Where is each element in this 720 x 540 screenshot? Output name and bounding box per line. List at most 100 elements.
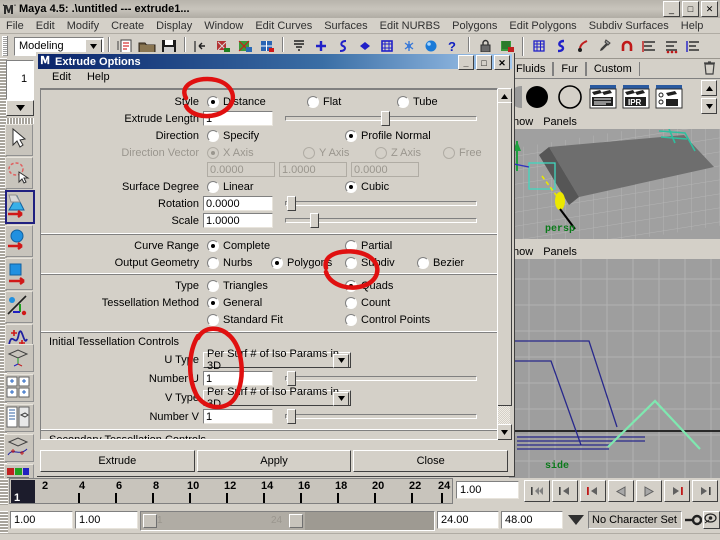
scroll-down-button[interactable] [496, 424, 512, 440]
anim-end-field[interactable]: 24.00 [437, 511, 499, 529]
radio-curve-range-complete[interactable]: Complete [207, 239, 345, 252]
restore-button[interactable]: □ [682, 1, 699, 17]
move-tool-icon[interactable] [5, 190, 35, 224]
radio-surface-degree-linear[interactable]: Linear [207, 180, 345, 193]
radio-output-subdiv[interactable]: Subdiv [345, 256, 417, 269]
menu-item-polygons[interactable]: Polygons [446, 20, 503, 32]
menu-item-create[interactable]: Create [105, 20, 150, 32]
radio-direction-specify[interactable]: Specify [207, 129, 345, 142]
minimize-button[interactable]: _ [663, 1, 680, 17]
scale-field[interactable]: 1.0000 [203, 213, 273, 228]
radio-method-control-points[interactable]: Control Points [345, 313, 430, 326]
v-type-dropdown[interactable]: Per Surf # of Iso Params in 3D [203, 386, 351, 410]
number-v-slider[interactable] [285, 409, 477, 424]
slider-thumb[interactable] [286, 196, 296, 211]
menu-item-window[interactable]: Window [198, 20, 249, 32]
render-settings-clip-icon[interactable] [654, 82, 684, 112]
range-start-field[interactable]: 1.00 [10, 511, 73, 529]
align-icon[interactable] [639, 36, 659, 56]
side-menu-panels[interactable]: Panels [538, 246, 582, 258]
chevron-down-icon[interactable] [333, 353, 349, 368]
rotate-tool-icon[interactable] [5, 225, 33, 257]
extrude-options-dialog[interactable]: Extrude Options _ □ ✕ Edit Help Style Di… [36, 52, 514, 476]
dialog-scrollbar[interactable] [496, 88, 512, 440]
shelf-tab-custom[interactable]: Custom [585, 62, 640, 76]
rotation-slider[interactable] [285, 196, 477, 211]
scale-slider[interactable] [285, 213, 477, 228]
menu-item-edit[interactable]: Edit [30, 20, 61, 32]
persp-graph-layout-icon[interactable] [4, 434, 34, 462]
step-back-key-icon[interactable] [552, 480, 578, 502]
side-viewport[interactable]: side [509, 259, 720, 478]
radio-method-general[interactable]: General [207, 296, 345, 309]
radio-method-standard-fit[interactable]: Standard Fit [207, 313, 345, 326]
radio-type-triangles[interactable]: Triangles [207, 279, 345, 292]
range-dropdown-button[interactable] [566, 512, 586, 531]
black-sphere-icon[interactable] [522, 82, 552, 112]
magnet-icon[interactable] [617, 36, 637, 56]
single-perspective-view-icon[interactable] [4, 344, 34, 372]
range-slider-left-handle[interactable] [143, 514, 157, 528]
shelf-scroll-up-button[interactable] [701, 80, 717, 96]
time-slider-grip[interactable] [0, 479, 8, 505]
persp-menu-panels[interactable]: Panels [538, 116, 582, 128]
radio-type-quads[interactable]: Quads [345, 279, 393, 292]
radio-surface-degree-cubic[interactable]: Cubic [345, 180, 389, 193]
dialog-close-button[interactable]: ✕ [494, 55, 510, 70]
extrude-button[interactable]: Extrude [40, 450, 195, 472]
dialog-menu-help[interactable]: Help [79, 71, 118, 83]
menu-item-file[interactable]: File [0, 20, 30, 32]
menu-item-help[interactable]: Help [675, 20, 710, 32]
paint-effects-icon[interactable] [573, 36, 593, 56]
close-button[interactable]: ✕ [701, 1, 718, 17]
step-forward-frame-icon[interactable] [664, 480, 690, 502]
shelf-scroll-down-button[interactable] [701, 98, 717, 114]
trash-icon[interactable] [703, 60, 716, 78]
character-set-field[interactable]: No Character Set [588, 511, 682, 529]
persp-viewport[interactable]: persp [509, 129, 720, 239]
shelf-tab-fur[interactable]: Fur [553, 62, 586, 76]
step-back-frame-icon[interactable] [580, 480, 606, 502]
u-type-dropdown[interactable]: Per Surf # of Iso Params in 3D [203, 348, 351, 372]
scrollbar-thumb[interactable] [496, 102, 512, 406]
lasso-tool-icon[interactable] [5, 157, 33, 189]
dialog-restore-button[interactable]: □ [476, 55, 492, 70]
show-manipulator-icon[interactable] [5, 291, 33, 323]
chevron-down-icon[interactable] [333, 391, 349, 406]
range-slider-right-handle[interactable] [289, 514, 303, 528]
radio-output-bezier[interactable]: Bezier [417, 256, 464, 269]
dialog-minimize-button[interactable]: _ [458, 55, 474, 70]
number-v-field[interactable]: 1 [203, 409, 273, 424]
close-dialog-button[interactable]: Close [353, 450, 509, 472]
render-curve-icon[interactable] [551, 36, 571, 56]
ipr-clip-icon[interactable]: IPR [621, 82, 651, 112]
hypergraph-icon[interactable] [529, 36, 549, 56]
animation-preferences-icon[interactable] [703, 511, 720, 529]
menu-item-edit-curves[interactable]: Edit Curves [249, 20, 318, 32]
menu-item-display[interactable]: Display [150, 20, 198, 32]
slider-thumb[interactable] [381, 111, 390, 126]
extrude-length-field[interactable]: 1 [203, 111, 273, 126]
rotation-field[interactable]: 0.0000 [203, 196, 273, 211]
menu-item-modify[interactable]: Modify [61, 20, 105, 32]
snap-align-icon[interactable] [683, 36, 703, 56]
radio-style-tube[interactable]: Tube [397, 95, 438, 108]
radio-output-nurbs[interactable]: Nurbs [207, 256, 271, 269]
radio-style-distance[interactable]: Distance [207, 95, 307, 108]
step-forward-key-icon[interactable] [692, 480, 718, 502]
anim-start-field[interactable]: 1.00 [75, 511, 138, 529]
menu-item-edit-nurbs[interactable]: Edit NURBS [374, 20, 447, 32]
go-to-start-icon[interactable] [524, 480, 550, 502]
render-clip-icon[interactable] [588, 82, 618, 112]
range-slider[interactable]: 1 24 [140, 511, 435, 531]
slider-thumb[interactable] [309, 213, 319, 228]
play-backwards-icon[interactable] [608, 480, 634, 502]
radio-method-count[interactable]: Count [345, 296, 390, 309]
number-u-slider[interactable] [285, 371, 477, 386]
toolbar-grip[interactable] [2, 36, 8, 56]
menu-item-subdiv-surfaces[interactable]: Subdiv Surfaces [583, 20, 675, 32]
toolbox-dropdown-button[interactable] [6, 100, 34, 116]
script-editor-icon[interactable] [595, 36, 615, 56]
range-end-field[interactable]: 48.00 [501, 511, 563, 529]
apply-button[interactable]: Apply [196, 450, 352, 472]
